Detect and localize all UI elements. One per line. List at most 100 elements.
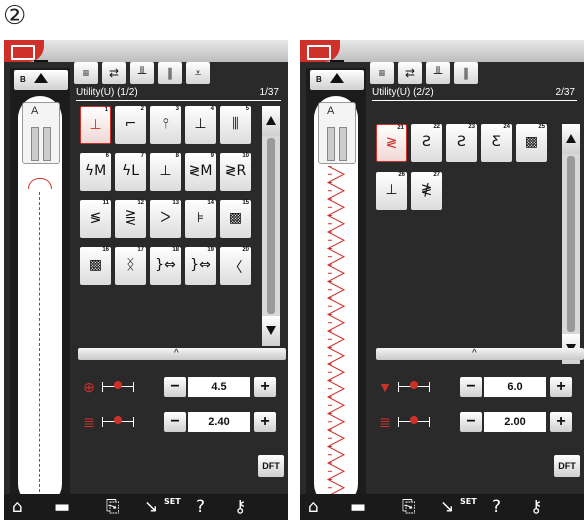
lock-key-icon[interactable]: ⚷ bbox=[234, 498, 246, 516]
pattern-button[interactable]: 4 ⊥ bbox=[185, 106, 216, 144]
scroll-track[interactable] bbox=[567, 156, 575, 332]
home-icon[interactable]: ⌂ bbox=[12, 498, 23, 516]
width-increase-button[interactable]: + bbox=[550, 377, 572, 397]
pattern-button[interactable]: 11 ≶ bbox=[80, 200, 111, 238]
pattern-number-label: 20 bbox=[242, 247, 249, 253]
pattern-button[interactable]: 8 ⊥ bbox=[150, 153, 181, 191]
pattern-button[interactable]: 15 ▩ bbox=[220, 200, 251, 238]
settings-collapse-bar[interactable]: ^ bbox=[376, 348, 584, 360]
pattern-number-label: 14 bbox=[207, 200, 214, 206]
pattern-button[interactable]: 27 ≹ bbox=[411, 172, 442, 210]
stitch-pattern-icon: Ƨ bbox=[422, 134, 431, 150]
pattern-button[interactable]: 25 ▩ bbox=[516, 124, 547, 162]
machine-icon[interactable] bbox=[300, 40, 340, 62]
length-decrease-button[interactable]: − bbox=[460, 412, 482, 432]
pattern-button[interactable]: 18}⇔ bbox=[150, 247, 181, 285]
stitch-pattern-icon: ≷ bbox=[385, 135, 398, 151]
pattern-number-label: 17 bbox=[137, 247, 144, 253]
pattern-button[interactable]: 9 ≷M bbox=[185, 153, 216, 191]
pattern-number: 1/37 bbox=[259, 87, 279, 98]
pattern-button[interactable]: 7 ϟL bbox=[115, 153, 146, 191]
presser-foot-icon: A bbox=[318, 102, 356, 164]
pattern-button[interactable]: 19}⇔ bbox=[185, 247, 216, 285]
length-increase-button[interactable]: + bbox=[550, 412, 572, 432]
pattern-number-label: 26 bbox=[398, 172, 405, 178]
stitch-mode-icon[interactable]: ▬ bbox=[54, 498, 70, 516]
pattern-button[interactable]: 1 ⊥ bbox=[80, 106, 111, 144]
needle-position-button[interactable]: B bbox=[310, 60, 364, 90]
auto-lock-icon[interactable]: ╨ bbox=[130, 62, 154, 84]
twin-needle-icon[interactable]: ≡ bbox=[370, 62, 394, 84]
elongation-icon[interactable]: ∥ bbox=[158, 62, 182, 84]
lock-key-icon[interactable]: ⚷ bbox=[530, 498, 542, 516]
pattern-button[interactable]: 14 ⊧ bbox=[185, 200, 216, 238]
scroll-down-icon[interactable] bbox=[262, 316, 280, 346]
stitch-pattern-icon: ᐳ bbox=[160, 210, 171, 226]
width-setting-row: ▼ − 6.0 + bbox=[374, 375, 584, 399]
pattern-button[interactable]: 26 ⊥ bbox=[376, 172, 407, 210]
pattern-button[interactable]: 17 ᛝ bbox=[115, 247, 146, 285]
stitch-preview-panel: B A bbox=[306, 60, 366, 508]
width-value: 4.5 bbox=[188, 377, 250, 397]
stitch-pattern-icon: ᛝ bbox=[126, 257, 135, 273]
pattern-button[interactable]: 22 Ƨ bbox=[411, 124, 442, 162]
pattern-button[interactable]: 20 〈 bbox=[220, 247, 251, 285]
help-icon[interactable]: ? bbox=[492, 498, 501, 516]
pattern-scrollbar[interactable] bbox=[262, 106, 280, 346]
pattern-button[interactable]: 2 ⌐ bbox=[115, 106, 146, 144]
stitch-pattern-icon: ⊥ bbox=[159, 163, 172, 179]
home-icon[interactable]: ⌂ bbox=[308, 498, 319, 516]
settings-wrench-icon[interactable]: ↘ bbox=[440, 498, 454, 516]
pattern-button[interactable]: 5 ⫼ bbox=[220, 106, 251, 144]
memory-icon[interactable]: ⎘ bbox=[402, 498, 416, 516]
pattern-button[interactable]: 21 ≷ bbox=[376, 124, 407, 162]
pattern-button[interactable]: 16 ▩ bbox=[80, 247, 111, 285]
pattern-button[interactable]: 6 ϟM bbox=[80, 153, 111, 191]
stitch-pattern-icon: ▩ bbox=[88, 257, 103, 273]
needle-position-button[interactable]: B bbox=[14, 60, 68, 90]
default-button[interactable]: DFT bbox=[554, 455, 580, 477]
default-button[interactable]: DFT bbox=[258, 455, 284, 477]
elongation-icon[interactable]: ∥ bbox=[454, 62, 478, 84]
stitch-preview-panel: B A bbox=[10, 60, 70, 508]
pattern-button[interactable]: 12 ⋛ bbox=[115, 200, 146, 238]
pattern-button[interactable]: 23 Ƨ bbox=[446, 124, 477, 162]
scroll-up-icon[interactable] bbox=[262, 106, 280, 136]
pattern-button[interactable]: 10 ≷R bbox=[220, 153, 251, 191]
stitch-pattern-icon: ⋛ bbox=[124, 210, 137, 226]
auto-lock-icon[interactable]: ╨ bbox=[426, 62, 450, 84]
length-icon: ≣ bbox=[379, 414, 391, 430]
length-indicator bbox=[102, 416, 134, 428]
scroll-track[interactable] bbox=[267, 138, 275, 314]
machine-icon[interactable] bbox=[4, 40, 44, 62]
settings-collapse-bar[interactable]: ^ bbox=[78, 348, 286, 360]
stitch-pattern-icon: ≷R bbox=[224, 163, 247, 179]
stitch-pattern-icon: ⊥ bbox=[385, 182, 398, 198]
scroll-up-icon[interactable] bbox=[562, 124, 580, 154]
pattern-number-label: 27 bbox=[433, 172, 440, 178]
pattern-number: 2/37 bbox=[555, 87, 575, 98]
stitch-pattern-icon: ⫼ bbox=[232, 116, 239, 132]
width-increase-button[interactable]: + bbox=[254, 377, 276, 397]
reverse-icon[interactable]: ⩡ bbox=[186, 62, 210, 84]
help-icon[interactable]: ? bbox=[196, 498, 205, 516]
pattern-button[interactable]: 3 ⫯ bbox=[150, 106, 181, 144]
stitch-mode-icon[interactable]: ▬ bbox=[350, 498, 366, 516]
memory-icon[interactable]: ⎘ bbox=[106, 498, 120, 516]
pattern-button[interactable]: 13 ᐳ bbox=[150, 200, 181, 238]
twin-needle-icon[interactable]: ≡ bbox=[74, 62, 98, 84]
sewing-screen-2: B A ≡ ⇄ ╨ ∥ Utility(U) (2/2) 2/37 21 ≷ 22 Ƨ… bbox=[300, 40, 584, 520]
mirror-icon[interactable]: ⇄ bbox=[102, 62, 126, 84]
pattern-grid: 21 ≷ 22 Ƨ 23 Ƨ 24 Ƹ 25 ▩ 26 ⊥ 27 ≹ bbox=[376, 124, 552, 384]
width-decrease-button[interactable]: − bbox=[460, 377, 482, 397]
pattern-scrollbar[interactable] bbox=[562, 124, 580, 364]
length-increase-button[interactable]: + bbox=[254, 412, 276, 432]
pattern-number-label: 8 bbox=[175, 153, 179, 159]
presser-foot-icon: A bbox=[22, 102, 60, 164]
pattern-button[interactable]: 24 Ƹ bbox=[481, 124, 512, 162]
width-decrease-button[interactable]: − bbox=[164, 377, 186, 397]
settings-wrench-icon[interactable]: ↘ bbox=[144, 498, 158, 516]
length-decrease-button[interactable]: − bbox=[164, 412, 186, 432]
bottom-bar: ⌂ ▬ ⎘ ↘ SET ? ⚷ bbox=[4, 494, 288, 520]
mirror-icon[interactable]: ⇄ bbox=[398, 62, 422, 84]
